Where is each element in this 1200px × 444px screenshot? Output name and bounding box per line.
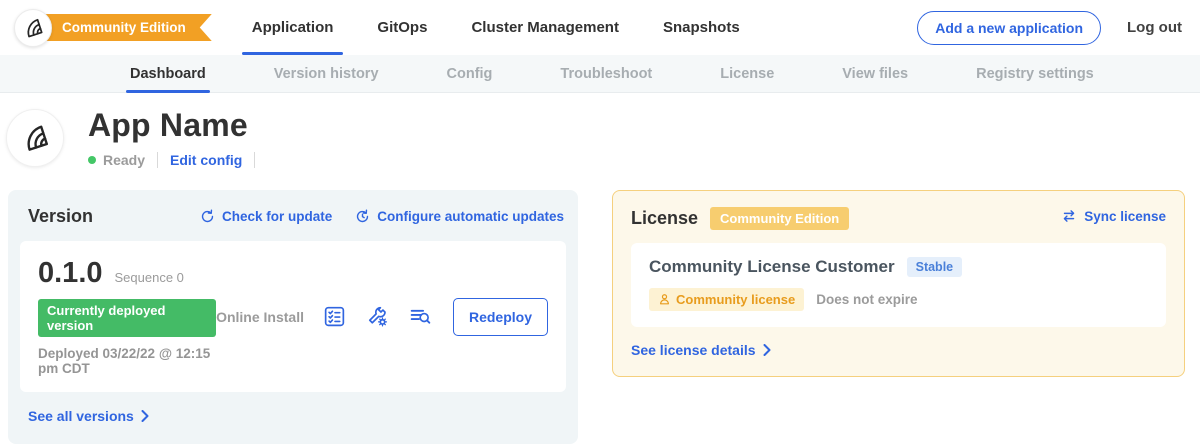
tab-dashboard[interactable]: Dashboard <box>130 55 206 93</box>
nav-gitops[interactable]: GitOps <box>375 0 429 55</box>
brand: Community Edition <box>14 9 212 47</box>
sync-license-link[interactable]: Sync license <box>1060 207 1166 225</box>
app-icon <box>6 109 64 167</box>
app-subnav: Dashboard Version history Config Trouble… <box>0 55 1200 93</box>
app-header-text: App Name Ready Edit config <box>88 107 267 168</box>
version-header-links: Check for update Configure automatic upd… <box>199 208 564 225</box>
divider <box>157 152 158 168</box>
logout-link[interactable]: Log out <box>1127 19 1182 36</box>
license-card-header: License Community Edition Sync license <box>631 207 1166 230</box>
status-dot <box>88 156 96 164</box>
currently-deployed-badge: Currently deployed version <box>38 299 216 337</box>
channel-badge: Stable <box>907 257 963 277</box>
app-name: App Name <box>88 107 267 144</box>
replicated-logo-icon <box>22 17 44 39</box>
person-icon <box>658 293 671 306</box>
version-card: Version Check for update <box>8 190 578 444</box>
sync-license-wrap: Sync license <box>1060 207 1166 230</box>
replicated-logo-button[interactable] <box>14 9 52 47</box>
tab-license[interactable]: License <box>720 55 774 93</box>
app-status-row: Ready Edit config <box>88 152 267 168</box>
refresh-icon <box>199 208 216 225</box>
version-card-title: Version <box>28 206 93 227</box>
tab-view-files[interactable]: View files <box>842 55 908 93</box>
wrench-gear-icon <box>365 304 390 329</box>
license-type-label: Community license <box>676 292 795 307</box>
version-info: 0.1.0 Sequence 0 Currently deployed vers… <box>38 257 216 376</box>
version-actions: Online Install <box>216 298 548 336</box>
configure-automatic-updates-label: Configure automatic updates <box>377 209 564 224</box>
customer-name: Community License Customer <box>649 257 895 277</box>
swap-arrows-icon <box>1060 207 1078 225</box>
expiry-text: Does not expire <box>816 292 917 307</box>
sequence-label: Sequence 0 <box>115 270 184 285</box>
configure-automatic-updates-link[interactable]: Configure automatic updates <box>354 208 564 225</box>
tab-registry-settings[interactable]: Registry settings <box>976 55 1094 93</box>
license-card-title: License <box>631 208 698 229</box>
app-header: App Name Ready Edit config <box>0 93 1200 178</box>
chevron-right-icon <box>762 344 772 356</box>
nav-cluster-management[interactable]: Cluster Management <box>469 0 621 55</box>
community-edition-badge: Community Edition <box>710 207 849 230</box>
checklist-icon <box>322 304 347 329</box>
see-license-details-link[interactable]: See license details <box>631 342 772 358</box>
status-text: Ready <box>103 152 145 168</box>
edit-config-link[interactable]: Edit config <box>170 152 242 168</box>
version-card-header: Version Check for update <box>20 206 566 227</box>
install-type-label: Online Install <box>216 309 304 325</box>
version-number: 0.1.0 <box>38 257 103 290</box>
community-edition-ribbon: Community Edition <box>36 14 212 41</box>
preflight-checks-button[interactable] <box>320 302 349 331</box>
check-for-update-label: Check for update <box>222 209 332 224</box>
nav-application[interactable]: Application <box>250 0 336 55</box>
dashboard-cards: Version Check for update <box>0 178 1200 444</box>
top-navbar: Community Edition Application GitOps Clu… <box>0 0 1200 55</box>
license-type-badge: Community license <box>649 288 804 311</box>
primary-nav: Application GitOps Cluster Management Sn… <box>250 0 742 55</box>
tab-troubleshoot[interactable]: Troubleshoot <box>560 55 652 93</box>
deployed-timestamp: Deployed 03/22/22 @ 12:15 pm CDT <box>38 346 216 376</box>
license-card: License Community Edition Sync license C… <box>612 190 1185 377</box>
license-meta-row: Community license Does not expire <box>649 288 1148 311</box>
see-license-details-label: See license details <box>631 342 756 358</box>
see-all-versions-link[interactable]: See all versions <box>28 408 150 424</box>
chevron-right-icon <box>140 410 150 422</box>
version-number-row: 0.1.0 Sequence 0 <box>38 257 216 290</box>
redeploy-button[interactable]: Redeploy <box>453 298 548 336</box>
tab-config[interactable]: Config <box>447 55 493 93</box>
sync-license-label: Sync license <box>1084 209 1166 224</box>
nav-snapshots[interactable]: Snapshots <box>661 0 742 55</box>
current-version-panel: 0.1.0 Sequence 0 Currently deployed vers… <box>20 241 566 392</box>
divider <box>254 152 255 168</box>
see-all-versions-label: See all versions <box>28 408 134 424</box>
check-for-update-link[interactable]: Check for update <box>199 208 332 225</box>
view-logs-button[interactable] <box>406 302 435 331</box>
tab-version-history[interactable]: Version history <box>274 55 379 93</box>
lines-magnifier-icon <box>408 304 433 329</box>
add-application-button[interactable]: Add a new application <box>917 11 1101 45</box>
license-details-panel: Community License Customer Stable Commun… <box>631 243 1166 327</box>
clock-refresh-icon <box>354 208 371 225</box>
view-config-button[interactable] <box>363 302 392 331</box>
customer-row: Community License Customer Stable <box>649 257 1148 277</box>
app-logo-icon <box>20 123 50 153</box>
